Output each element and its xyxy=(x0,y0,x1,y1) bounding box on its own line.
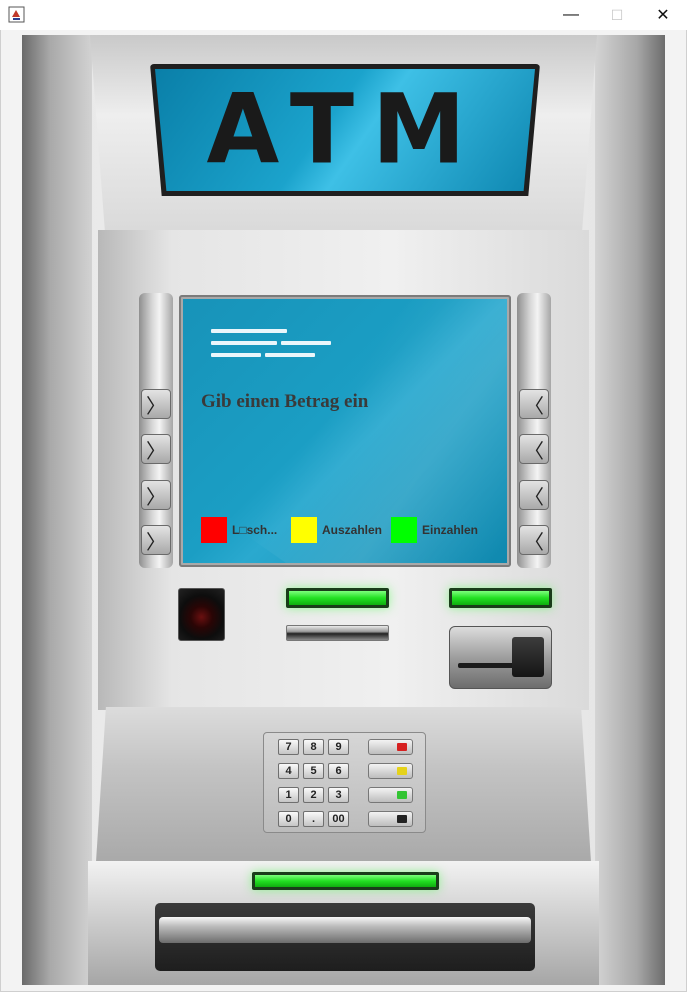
decorative-line xyxy=(211,353,261,357)
withdraw-color-swatch xyxy=(291,517,317,543)
chevron-left-icon: 〈 xyxy=(524,440,544,463)
clear-action[interactable]: L□sch... xyxy=(201,517,277,543)
decorative-line xyxy=(281,341,331,345)
card-indicator-light xyxy=(449,588,552,608)
maximize-button[interactable]: ☐ xyxy=(594,0,640,30)
key-5[interactable]: 5 xyxy=(303,763,324,779)
left-soft-key-1[interactable]: 〉 xyxy=(141,389,171,419)
key-6[interactable]: 6 xyxy=(328,763,349,779)
window-titlebar: — ☐ ✕ xyxy=(0,0,687,30)
cash-dispenser-opening xyxy=(159,917,531,943)
key-dot[interactable]: . xyxy=(303,811,324,827)
card-slot xyxy=(458,663,520,668)
atm-side-left xyxy=(22,35,92,985)
right-soft-key-3[interactable]: 〈 xyxy=(519,480,549,510)
chevron-left-icon: 〈 xyxy=(524,395,544,418)
right-soft-key-1[interactable]: 〈 xyxy=(519,389,549,419)
chevron-right-icon: 〉 xyxy=(146,531,166,554)
atm-sign-text: ATM xyxy=(206,74,484,186)
clear-action-label: L□sch... xyxy=(232,523,278,537)
right-soft-key-column: 〈 〈 〈 〈 xyxy=(517,293,551,568)
decorative-line xyxy=(211,329,287,333)
correction-indicator xyxy=(397,767,407,775)
left-soft-key-column: 〉 〉 〉 〉 xyxy=(139,293,173,568)
key-8[interactable]: 8 xyxy=(303,739,324,755)
atm-side-right xyxy=(595,35,665,985)
atm-sign: ATM xyxy=(150,64,540,196)
minimize-button[interactable]: — xyxy=(548,0,594,30)
chevron-right-icon: 〉 xyxy=(146,440,166,463)
java-app-icon xyxy=(8,6,25,23)
fingerprint-sensor xyxy=(178,588,225,641)
left-soft-key-4[interactable]: 〉 xyxy=(141,525,171,555)
key-2[interactable]: 2 xyxy=(303,787,324,803)
pin-keypad: 7 8 9 4 5 6 1 2 3 0 . 00 xyxy=(263,732,426,833)
cancel-indicator xyxy=(397,743,407,751)
withdraw-action-label: Auszahlen xyxy=(322,523,383,537)
atm-screen-frame: Gib einen Betrag ein L□sch... Auszahlen … xyxy=(179,295,511,567)
key-3[interactable]: 3 xyxy=(328,787,349,803)
deposit-color-swatch xyxy=(391,517,417,543)
deposit-action[interactable]: Einzahlen xyxy=(391,517,478,543)
receipt-slot[interactable] xyxy=(286,625,389,641)
key-7[interactable]: 7 xyxy=(278,739,299,755)
chevron-left-icon: 〈 xyxy=(524,486,544,509)
key-9[interactable]: 9 xyxy=(328,739,349,755)
cash-dispenser[interactable] xyxy=(155,903,535,971)
cash-indicator-light xyxy=(252,872,439,890)
right-soft-key-2[interactable]: 〈 xyxy=(519,434,549,464)
decorative-line xyxy=(211,341,277,345)
left-soft-key-3[interactable]: 〉 xyxy=(141,480,171,510)
atm-screen: Gib einen Betrag ein L□sch... Auszahlen … xyxy=(183,299,507,563)
atm-machine: ATM 〉 〉 〉 〉 〈 〈 〈 〈 Gib einen Betrag ein… xyxy=(22,35,665,985)
card-slot-housing xyxy=(512,637,544,677)
blank-indicator xyxy=(397,815,407,823)
clear-color-swatch xyxy=(201,517,227,543)
function-key-column xyxy=(368,739,413,827)
right-soft-key-4[interactable]: 〈 xyxy=(519,525,549,555)
receipt-indicator-light xyxy=(286,588,389,608)
left-soft-key-2[interactable]: 〉 xyxy=(141,434,171,464)
key-0[interactable]: 0 xyxy=(278,811,299,827)
card-reader[interactable] xyxy=(449,626,552,689)
blank-key[interactable] xyxy=(368,811,413,827)
cancel-key[interactable] xyxy=(368,739,413,755)
key-00[interactable]: 00 xyxy=(328,811,349,827)
chevron-right-icon: 〉 xyxy=(146,486,166,509)
confirm-indicator xyxy=(397,791,407,799)
deposit-action-label: Einzahlen xyxy=(422,523,479,537)
chevron-right-icon: 〉 xyxy=(146,395,166,418)
chevron-left-icon: 〈 xyxy=(524,531,544,554)
key-1[interactable]: 1 xyxy=(278,787,299,803)
amount-prompt: Gib einen Betrag ein xyxy=(201,391,369,412)
correction-key[interactable] xyxy=(368,763,413,779)
close-button[interactable]: ✕ xyxy=(640,0,686,30)
decorative-line xyxy=(265,353,315,357)
key-4[interactable]: 4 xyxy=(278,763,299,779)
withdraw-action[interactable]: Auszahlen xyxy=(291,517,382,543)
confirm-key[interactable] xyxy=(368,787,413,803)
